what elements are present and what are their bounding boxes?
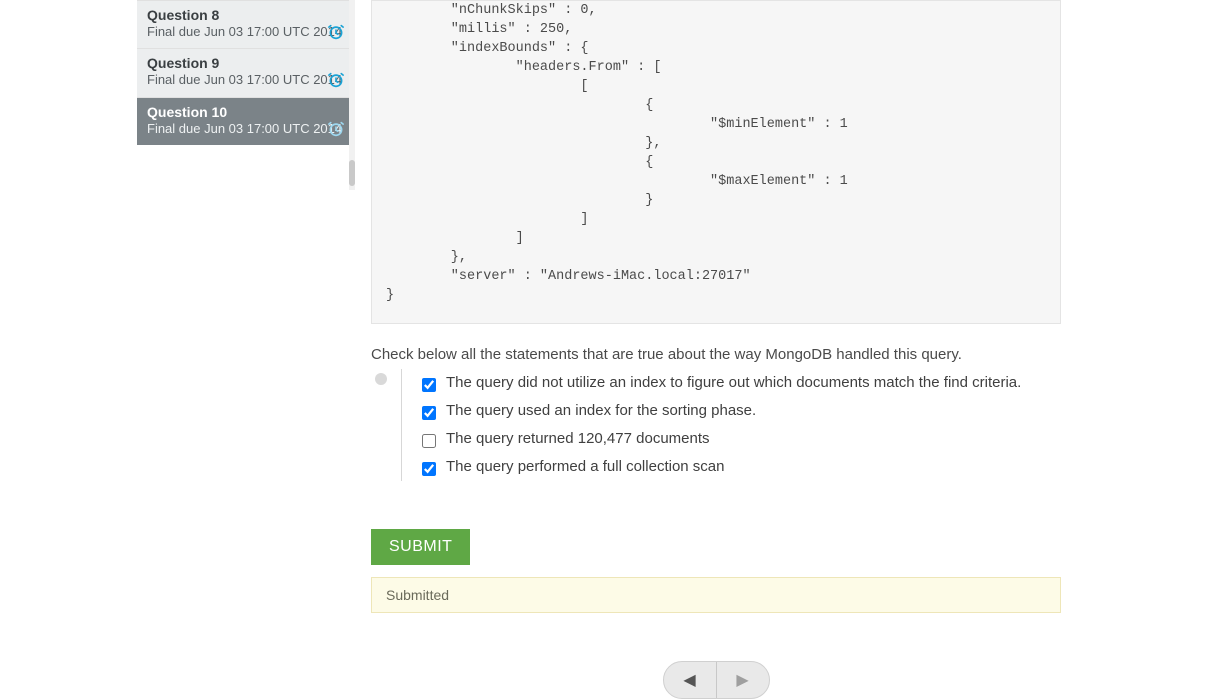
submit-button[interactable]: SUBMIT [371,529,470,565]
pager-container: ◀ ▶ [371,661,1061,699]
question-sidebar: Question 8Final due Jun 03 17:00 UTC 201… [137,0,355,145]
status-dot-icon [375,373,387,385]
option-row[interactable]: The query performed a full collection sc… [422,453,1061,481]
main-content: "nChunkSkips" : 0, "millis" : 250, "inde… [371,0,1061,699]
chevron-right-icon: ▶ [736,670,748,690]
submission-status: Submitted [371,577,1061,613]
option-label: The query returned 120,477 documents [446,430,710,447]
option-label: The query performed a full collection sc… [446,458,724,475]
options-list: The query did not utilize an index to fi… [401,369,1061,481]
alarm-clock-icon [327,71,345,89]
sidebar-item-question[interactable]: Question 8Final due Jun 03 17:00 UTC 201… [137,0,355,48]
option-label: The query used an index for the sorting … [446,402,756,419]
option-row[interactable]: The query used an index for the sorting … [422,397,1061,425]
option-row[interactable]: The query returned 120,477 documents [422,425,1061,453]
sidebar-item-question[interactable]: Question 9Final due Jun 03 17:00 UTC 201… [137,48,355,96]
answer-area: The query did not utilize an index to fi… [371,369,1061,481]
question-due: Final due Jun 03 17:00 UTC 2014 [147,121,345,137]
answer-status-indicator [371,369,401,481]
question-title: Question 9 [147,55,345,71]
chevron-left-icon: ◀ [683,670,695,690]
sidebar-scroll-thumb[interactable] [349,160,355,186]
sidebar-item-question[interactable]: Question 10Final due Jun 03 17:00 UTC 20… [137,97,355,145]
question-due: Final due Jun 03 17:00 UTC 2014 [147,72,345,88]
alarm-clock-icon [327,23,345,41]
option-checkbox[interactable] [422,434,436,448]
question-title: Question 8 [147,7,345,23]
option-checkbox[interactable] [422,406,436,420]
next-button[interactable]: ▶ [717,662,769,698]
option-checkbox[interactable] [422,462,436,476]
sidebar-scrollbar[interactable] [349,0,355,190]
option-row[interactable]: The query did not utilize an index to fi… [422,369,1061,397]
option-checkbox[interactable] [422,378,436,392]
option-label: The query did not utilize an index to fi… [446,374,1021,391]
question-prompt: Check below all the statements that are … [371,346,1061,363]
prev-button[interactable]: ◀ [664,662,716,698]
code-block: "nChunkSkips" : 0, "millis" : 250, "inde… [371,0,1061,324]
question-due: Final due Jun 03 17:00 UTC 2014 [147,24,345,40]
pager: ◀ ▶ [663,661,770,699]
alarm-clock-icon [327,120,345,138]
question-title: Question 10 [147,104,345,120]
